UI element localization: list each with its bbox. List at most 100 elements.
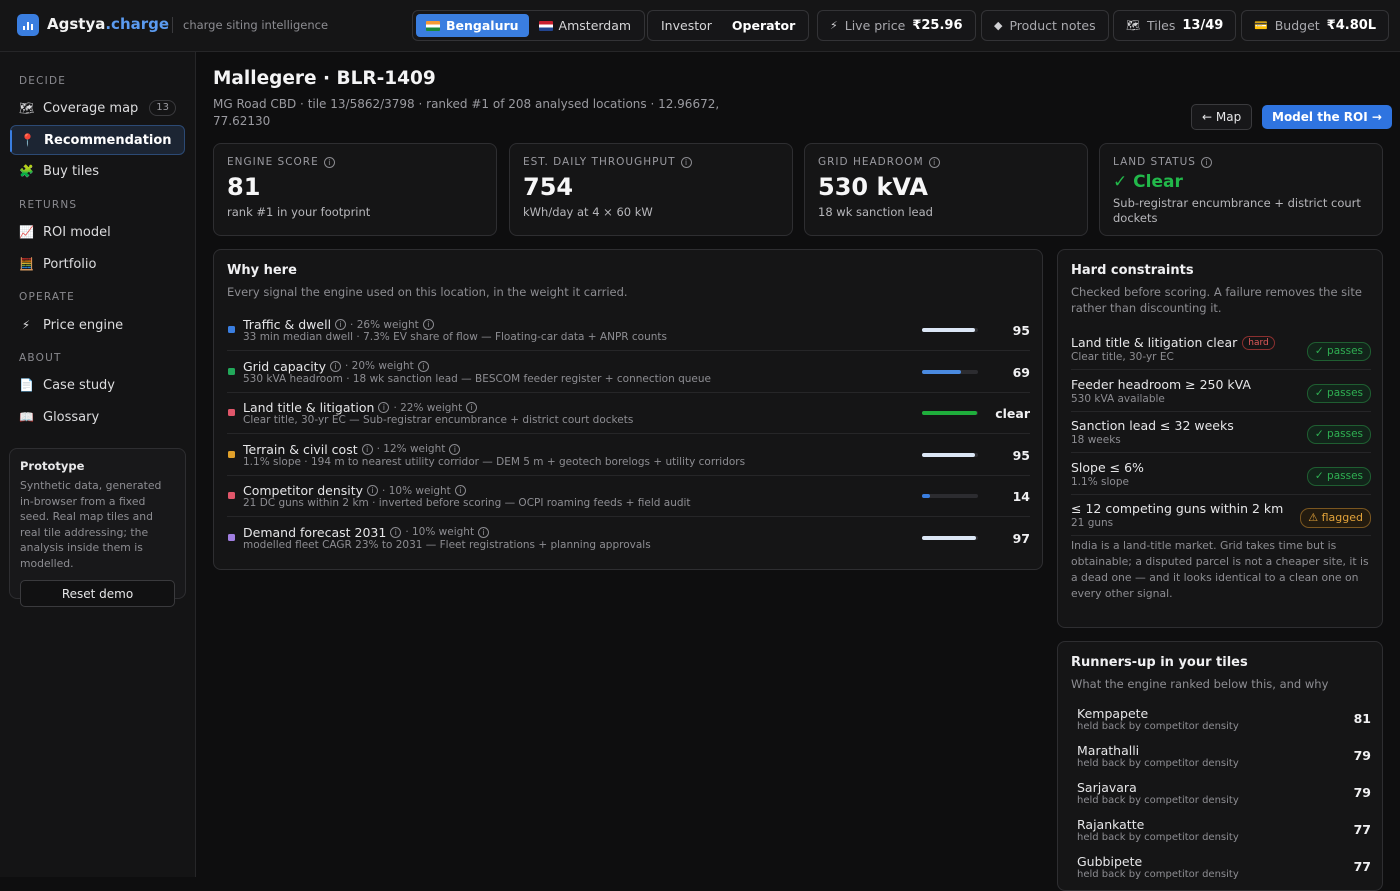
netherlands-flag-icon	[538, 20, 553, 31]
signal-color-dot	[228, 409, 235, 416]
kpi-sub: rank #1 in your footprint	[227, 205, 371, 219]
info-icon[interactable]: i	[1200, 156, 1212, 168]
sidebar-item-buy-tiles[interactable]: 🧩 Buy tiles	[10, 156, 185, 186]
signal-row[interactable]: Grid capacity i · 20% weight i 530 kVA headr…	[227, 352, 1030, 393]
info-icon[interactable]: i	[329, 360, 341, 372]
book-icon: 📖	[19, 410, 34, 424]
runner-up-row[interactable]: Gubbipete held back by competitor density…	[1077, 854, 1371, 891]
runners-up-panel: Runners-up in your tiles What the engine…	[1057, 641, 1383, 891]
signal-row[interactable]: Demand forecast 2031 i · 10% weight i modell…	[227, 518, 1030, 559]
signal-row[interactable]: Traffic & dwell i · 26% weight i 33 min medi…	[227, 310, 1030, 351]
signal-score-bar	[922, 494, 978, 498]
live-price-chip[interactable]: ⚡ Live price ₹25.96	[817, 10, 976, 41]
brand-name[interactable]: Agstya.charge	[47, 15, 169, 33]
prototype-text: Synthetic data, generated in-browser fro…	[20, 479, 162, 570]
signal-name: Competitor density	[243, 483, 364, 498]
constraint-detail: Clear title, 30-yr EC	[1071, 351, 1174, 363]
constraint-row: Land title & litigation clear hard Clear t…	[1071, 329, 1371, 370]
tiles-value: 13/49	[1182, 18, 1224, 33]
signal-score-fill	[922, 494, 930, 498]
signal-detail: 530 kVA headroom · 18 wk sanction lead —…	[243, 372, 711, 385]
city-option-bengaluru[interactable]: Bengaluru	[416, 14, 529, 37]
sidebar-item-case-study[interactable]: 📄 Case study	[10, 370, 185, 400]
why-here-panel: Why here Every signal the engine used on…	[213, 249, 1043, 570]
chart-icon: 📈	[19, 225, 34, 239]
info-icon[interactable]: i	[323, 156, 335, 168]
runner-up-score: 77	[1353, 859, 1371, 874]
hard-constraints-desc: Checked before scoring. A failure remove…	[1071, 285, 1362, 315]
brand-name-text: Agstya	[47, 15, 106, 33]
document-icon: 📄	[19, 378, 34, 392]
info-icon[interactable]: i	[478, 526, 490, 538]
role-option-operator[interactable]: Operator	[722, 14, 805, 37]
role-option-investor[interactable]: Investor	[651, 14, 722, 37]
budget-chip[interactable]: 💳 Budget ₹4.80L	[1241, 10, 1390, 41]
info-icon[interactable]: i	[361, 443, 373, 455]
runner-up-name: Marathalli	[1077, 743, 1140, 758]
sidebar-item-price-engine[interactable]: ⚡ Price engine	[10, 310, 185, 340]
info-icon[interactable]: i	[422, 319, 434, 330]
passes-badge: ✓ passes	[1306, 466, 1371, 486]
info-icon[interactable]: i	[449, 443, 461, 455]
passes-badge: ✓ passes	[1306, 383, 1371, 403]
sidebar-item-coverage-map[interactable]: 🗺 Coverage map 13	[10, 93, 185, 123]
signal-color-dot	[228, 450, 235, 458]
info-icon[interactable]: i	[417, 360, 429, 372]
signal-name: Grid capacity	[243, 358, 326, 374]
signal-score: 95	[1012, 447, 1030, 463]
section-label-operate: OPERATE	[19, 291, 75, 303]
hard-constraints-note: India is a land-title market. Grid takes…	[1071, 539, 1369, 600]
prototype-notice: Prototype Synthetic data, generated in-b…	[9, 448, 186, 607]
constraint-detail: 530 kVA available	[1071, 392, 1165, 405]
sidebar-item-recommendation[interactable]: 📍 Recommendation	[10, 125, 185, 155]
runner-up-row[interactable]: Sarjavara held back by competitor density…	[1077, 780, 1371, 817]
runner-up-name: Rajankatte	[1077, 817, 1145, 832]
reset-demo-button[interactable]: Reset demo	[20, 580, 175, 607]
info-icon[interactable]: i	[378, 402, 390, 413]
section-label-decide: DECIDE	[19, 75, 67, 87]
info-icon[interactable]: i	[367, 485, 379, 496]
signal-score-bar	[922, 411, 978, 415]
info-icon[interactable]: i	[466, 402, 478, 413]
kpi-value: 81	[227, 173, 261, 201]
product-notes-label: Product notes	[1009, 18, 1096, 33]
runner-up-row[interactable]: Kempapete held back by competitor density…	[1077, 706, 1371, 743]
runner-up-row[interactable]: Marathalli held back by competitor densit…	[1077, 743, 1371, 780]
sidebar-item-glossary[interactable]: 📖 Glossary	[10, 402, 185, 432]
signal-score: clear	[995, 406, 1030, 421]
kpi-label: LAND STATUS	[1113, 156, 1196, 168]
signal-detail: 21 DC guns within 2 km · inverted before…	[243, 497, 691, 509]
top-bar: Agstya.charge charge siting intelligence…	[0, 0, 1400, 52]
city-option-amsterdam[interactable]: Amsterdam	[529, 14, 642, 37]
logo-icon[interactable]	[17, 14, 39, 36]
sidebar-item-roi-model[interactable]: 📈 ROI model	[10, 217, 185, 247]
info-icon[interactable]: i	[454, 485, 466, 496]
sidebar-item-portfolio[interactable]: 🧮 Portfolio	[10, 249, 185, 279]
signal-row[interactable]: Competitor density i · 10% weight i 21 DC gu…	[227, 476, 1030, 517]
signal-name: Demand forecast 2031	[243, 524, 387, 540]
tiles-chip[interactable]: 🗺 Tiles 13/49	[1113, 10, 1237, 41]
prototype-title: Prototype	[20, 459, 85, 473]
live-price-label: Live price	[844, 18, 906, 33]
signal-score-bar	[922, 328, 978, 332]
info-icon[interactable]: i	[335, 319, 347, 330]
kpi-sub: 18 wk sanction lead	[818, 205, 933, 219]
back-to-map-button[interactable]: ← Map	[1191, 104, 1253, 130]
runner-up-row[interactable]: Rajankatte held back by competitor densit…	[1077, 817, 1371, 854]
info-icon[interactable]: i	[680, 156, 692, 168]
product-notes-chip[interactable]: ◆ Product notes	[981, 10, 1109, 41]
runners-up-title: Runners-up in your tiles	[1071, 655, 1248, 670]
info-icon[interactable]: i	[390, 526, 402, 538]
puzzle-icon: 🧩	[19, 164, 34, 178]
brand-suffix: .charge	[105, 15, 170, 33]
signal-weight: · 20% weight	[344, 360, 414, 372]
section-label-about: ABOUT	[19, 352, 62, 364]
model-roi-button[interactable]: Model the ROI →	[1262, 105, 1392, 129]
signal-color-dot	[228, 533, 235, 541]
sidebar: DECIDE 🗺 Coverage map 13 📍 Recommendatio…	[0, 52, 196, 877]
section-label-returns: RETURNS	[19, 199, 78, 211]
signal-row[interactable]: Terrain & civil cost i · 12% weight i 1.1% s…	[227, 435, 1030, 476]
kpi-grid-headroom: GRID HEADROOM i 530 kVA 18 wk sanction le…	[804, 143, 1088, 236]
info-icon[interactable]: i	[928, 156, 940, 168]
signal-row[interactable]: Land title & litigation i · 22% weight i Cle…	[227, 393, 1030, 434]
